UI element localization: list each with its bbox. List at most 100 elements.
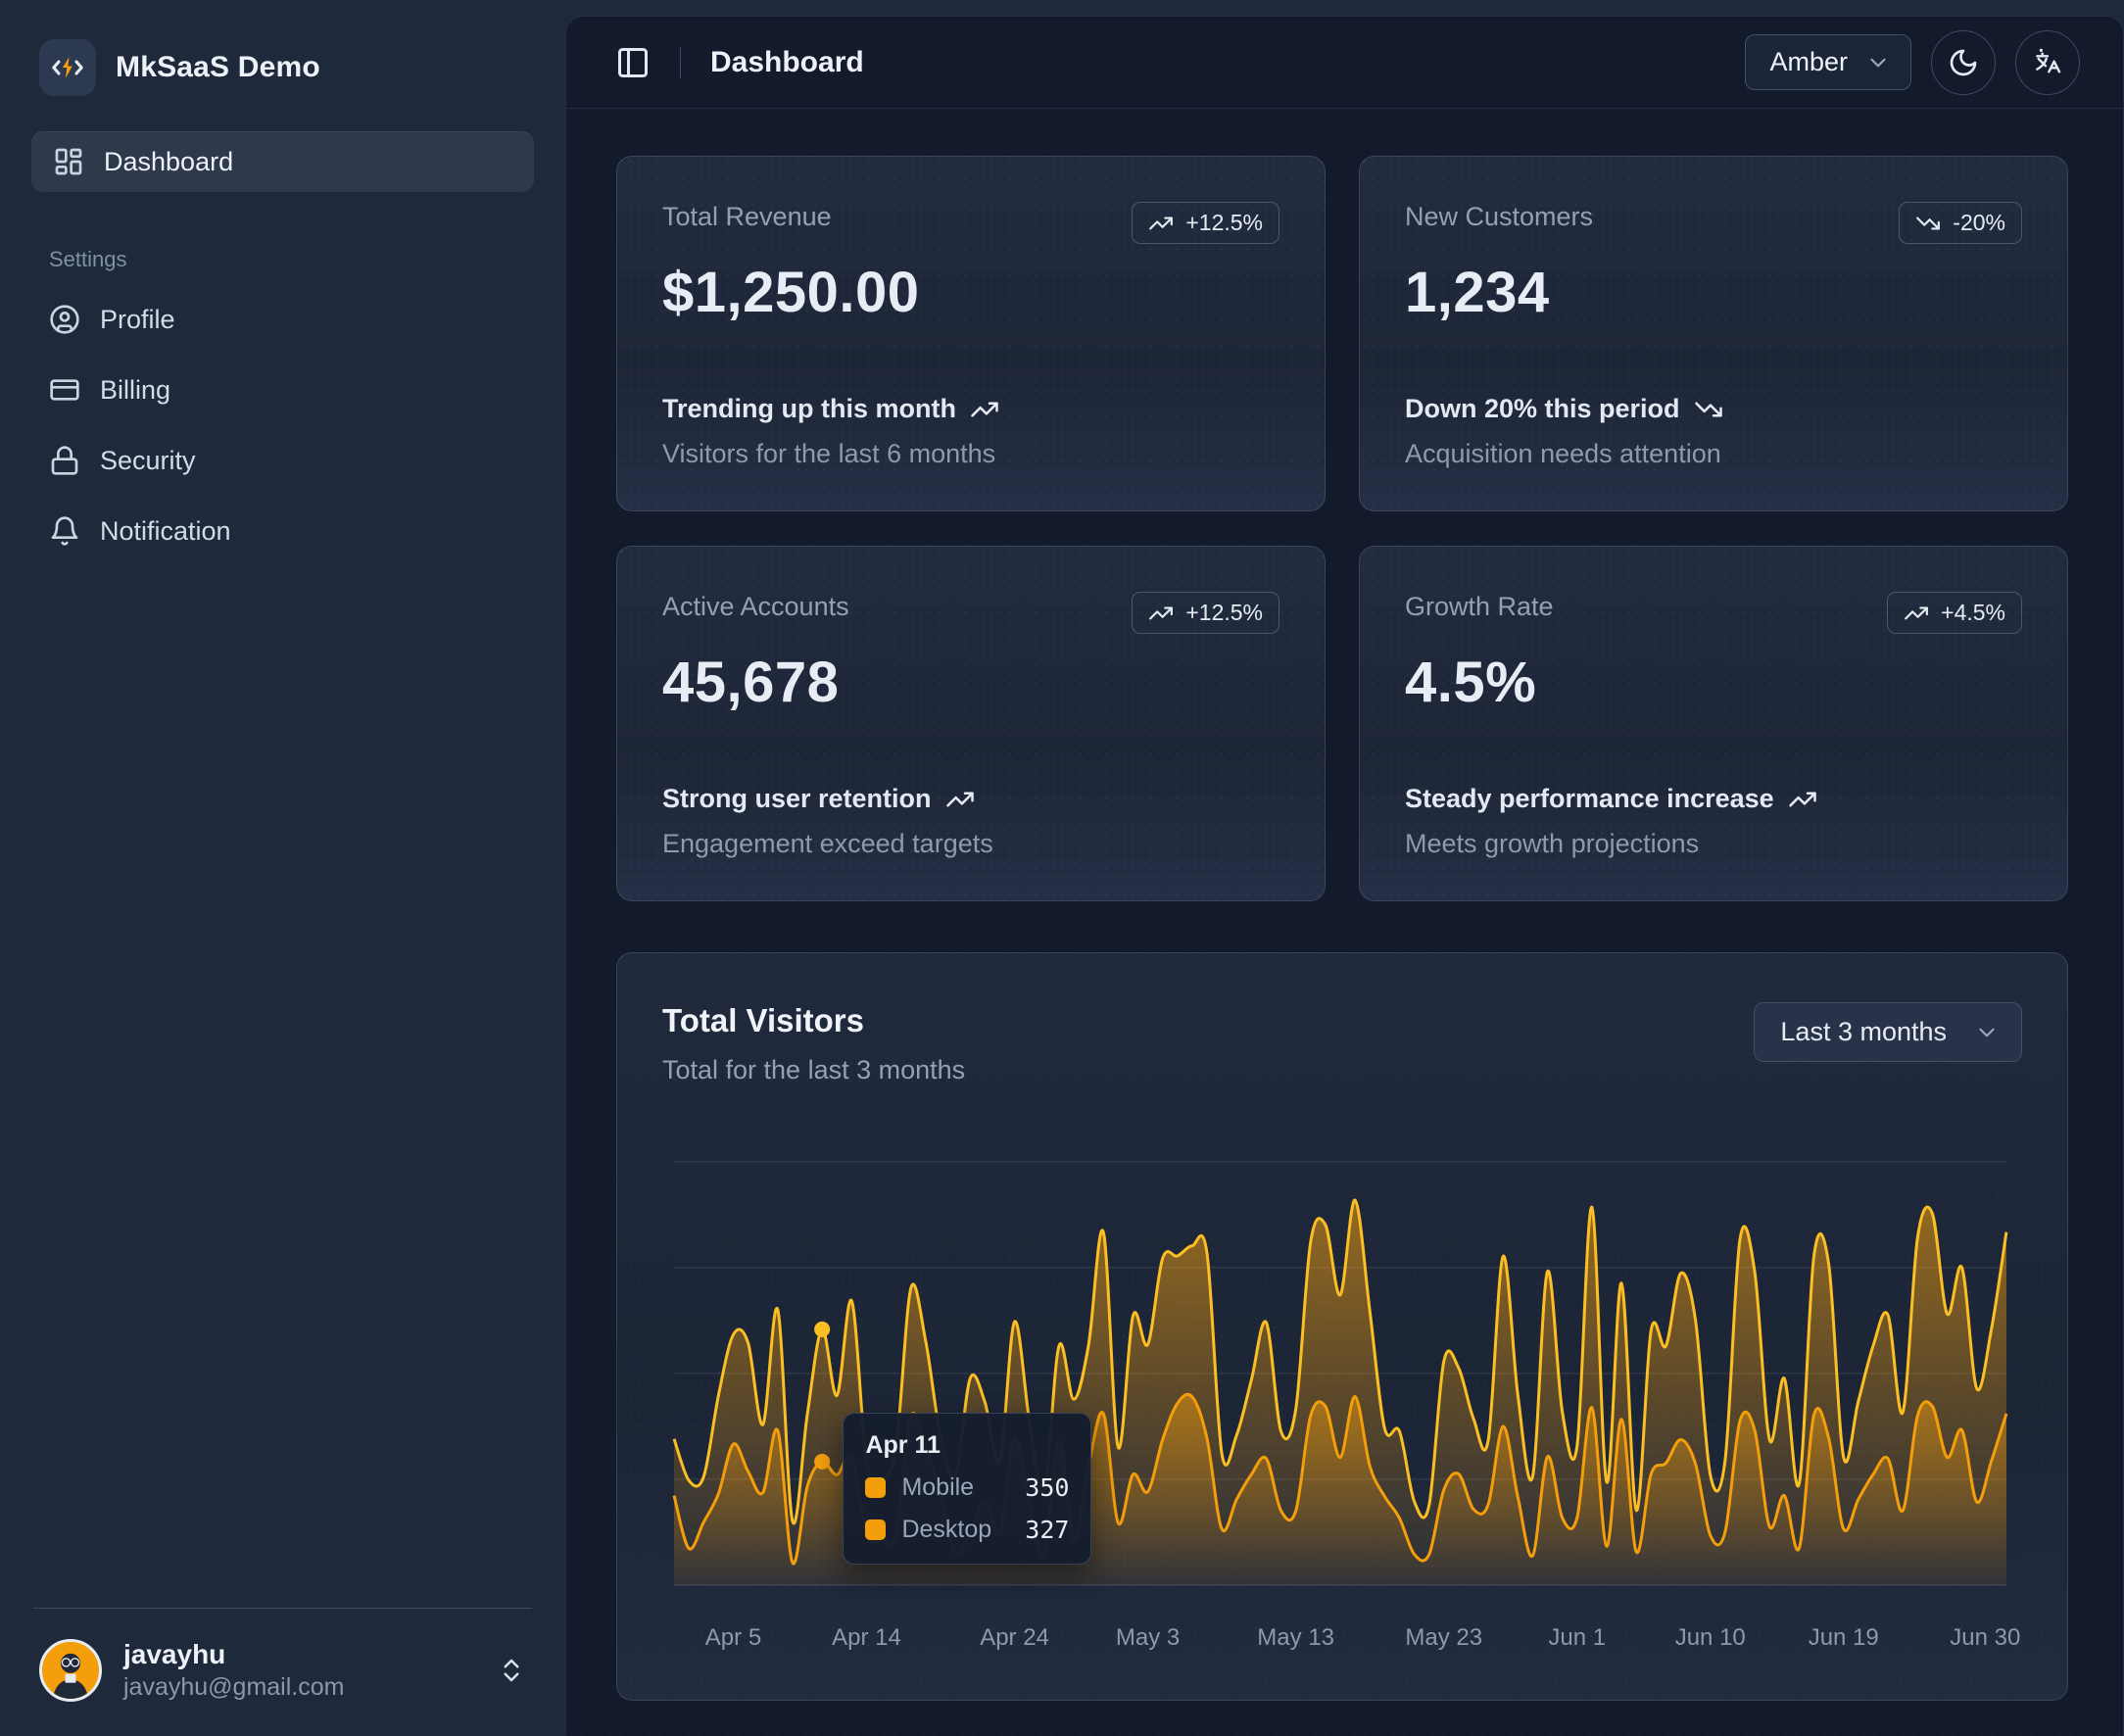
user-avatar [39, 1639, 102, 1702]
dashboard-icon [53, 146, 84, 177]
tooltip-row-mobile: Mobile 350 [865, 1473, 1069, 1502]
stat-badge: +12.5% [1132, 592, 1279, 634]
stat-footer-secondary: Engagement exceed targets [662, 829, 1279, 859]
code-zap-logo-icon [39, 39, 96, 96]
dashboard-content: Total Revenue +12.5% $1,250.00 Trending … [566, 109, 2123, 1701]
sidebar-item-profile[interactable]: Profile [31, 290, 534, 349]
stat-footer-secondary: Acquisition needs attention [1405, 439, 2022, 469]
x-axis-tick: May 3 [1116, 1624, 1180, 1652]
sidebar: MkSaaS Demo Dashboard Settings Profile [0, 0, 565, 1736]
x-axis-tick: Apr 24 [980, 1624, 1049, 1652]
trending-up-icon [1148, 211, 1174, 236]
app-logo[interactable]: MkSaaS Demo [31, 33, 534, 102]
moon-icon [1948, 47, 1979, 78]
stat-footer-primary: Trending up this month [662, 394, 956, 424]
stat-badge-value: +12.5% [1185, 210, 1263, 236]
stat-value: 45,678 [662, 650, 1279, 715]
chart-subtitle: Total for the last 3 months [662, 1055, 965, 1085]
total-visitors-chart-card: Total Visitors Total for the last 3 mont… [616, 952, 2068, 1701]
theme-select-value: Amber [1769, 47, 1848, 77]
stat-badge-value: +12.5% [1185, 600, 1263, 626]
trending-up-icon [1904, 601, 1929, 626]
stat-footer-primary: Down 20% this period [1405, 394, 1680, 424]
trending-up-icon [945, 785, 975, 814]
sidebar-item-dashboard[interactable]: Dashboard [31, 131, 534, 192]
topbar-separator [680, 47, 681, 78]
range-select[interactable]: Last 3 months [1754, 1002, 2022, 1062]
stat-card-growth-rate: Growth Rate +4.5% 4.5% Steady performanc… [1359, 546, 2068, 901]
language-button[interactable] [2015, 30, 2080, 95]
sidebar-item-label: Billing [100, 375, 170, 406]
x-axis-tick: Apr 14 [832, 1624, 901, 1652]
x-axis-tick: Jun 19 [1809, 1624, 1879, 1652]
x-axis-tick: Jun 10 [1675, 1624, 1746, 1652]
range-select-value: Last 3 months [1780, 1017, 1947, 1047]
topbar: Dashboard Amber [566, 17, 2123, 109]
languages-icon [2032, 47, 2063, 78]
stat-footer-primary: Strong user retention [662, 784, 932, 814]
area-chart[interactable]: Apr 11 Mobile 350 Desktop 327 Apr 5Apr 1 [662, 1150, 2022, 1670]
sidebar-item-billing[interactable]: Billing [31, 361, 534, 419]
credit-card-icon [49, 374, 80, 406]
x-axis-tick: Apr 5 [705, 1624, 761, 1652]
trending-down-icon [1915, 211, 1941, 236]
stat-label: Growth Rate [1405, 592, 1554, 622]
sidebar-section-settings: Settings [49, 247, 534, 272]
stat-card-new-customers: New Customers -20% 1,234 Down 20% this p… [1359, 156, 2068, 511]
x-axis-tick: May 23 [1405, 1624, 1482, 1652]
chevron-down-icon [1974, 1020, 2000, 1045]
x-axis-tick: May 13 [1257, 1624, 1334, 1652]
stat-card-active-accounts: Active Accounts +12.5% 45,678 Strong use… [616, 546, 1326, 901]
tooltip-row-desktop: Desktop 327 [865, 1516, 1069, 1544]
user-email: javayhu@gmail.com [123, 1671, 475, 1704]
app-root: MkSaaS Demo Dashboard Settings Profile [0, 0, 2124, 1736]
sidebar-item-security[interactable]: Security [31, 431, 534, 490]
sidebar-item-label: Dashboard [104, 147, 233, 177]
mobile-series-swatch [865, 1477, 886, 1498]
stat-value: 1,234 [1405, 260, 2022, 325]
sidebar-item-notification[interactable]: Notification [31, 502, 534, 560]
trending-down-icon [1694, 395, 1723, 424]
stat-value: $1,250.00 [662, 260, 1279, 325]
desktop-series-swatch [865, 1519, 886, 1540]
user-name: javayhu [123, 1638, 475, 1671]
stat-label: New Customers [1405, 202, 1593, 232]
chevron-down-icon [1865, 50, 1891, 75]
chart-tooltip: Apr 11 Mobile 350 Desktop 327 [843, 1413, 1091, 1565]
x-axis-tick: Jun 1 [1548, 1624, 1606, 1652]
stat-badge: +12.5% [1132, 202, 1279, 244]
user-circle-icon [49, 304, 80, 335]
stat-badge-value: +4.5% [1941, 600, 2005, 626]
stat-badge-value: -20% [1953, 210, 2005, 236]
stat-value: 4.5% [1405, 650, 2022, 715]
trending-up-icon [1148, 601, 1174, 626]
user-menu[interactable]: javayhu javayhu@gmail.com [31, 1634, 534, 1707]
stat-label: Active Accounts [662, 592, 849, 622]
trending-up-icon [970, 395, 999, 424]
trending-up-icon [1788, 785, 1817, 814]
stat-cards: Total Revenue +12.5% $1,250.00 Trending … [616, 156, 2068, 901]
sidebar-item-label: Profile [100, 305, 175, 335]
stat-footer-secondary: Visitors for the last 6 months [662, 439, 1279, 469]
theme-select[interactable]: Amber [1745, 34, 1911, 90]
tooltip-date: Apr 11 [865, 1431, 1069, 1460]
chart-x-axis: Apr 5 Apr 14 Apr 24 May 3 May 13 May 23 Jun 1 J… [662, 1624, 2022, 1667]
stat-footer-primary: Steady performance increase [1405, 784, 1774, 814]
sidebar-toggle-icon[interactable] [615, 45, 651, 80]
stat-label: Total Revenue [662, 202, 832, 232]
lock-icon [49, 445, 80, 476]
page-title: Dashboard [710, 46, 864, 79]
chevrons-up-down-icon [497, 1656, 526, 1685]
sidebar-divider [33, 1608, 532, 1609]
stat-card-total-revenue: Total Revenue +12.5% $1,250.00 Trending … [616, 156, 1326, 511]
chart-title: Total Visitors [662, 1002, 965, 1039]
stat-badge: -20% [1899, 202, 2022, 244]
sidebar-nav: Dashboard Settings Profile Billing Secu [31, 131, 534, 572]
theme-mode-button[interactable] [1931, 30, 1996, 95]
bell-icon [49, 515, 80, 547]
stat-badge: +4.5% [1887, 592, 2022, 634]
x-axis-tick: Jun 30 [1950, 1624, 2020, 1652]
sidebar-item-label: Notification [100, 516, 231, 547]
main-panel: Dashboard Amber [565, 16, 2124, 1736]
sidebar-item-label: Security [100, 446, 196, 476]
